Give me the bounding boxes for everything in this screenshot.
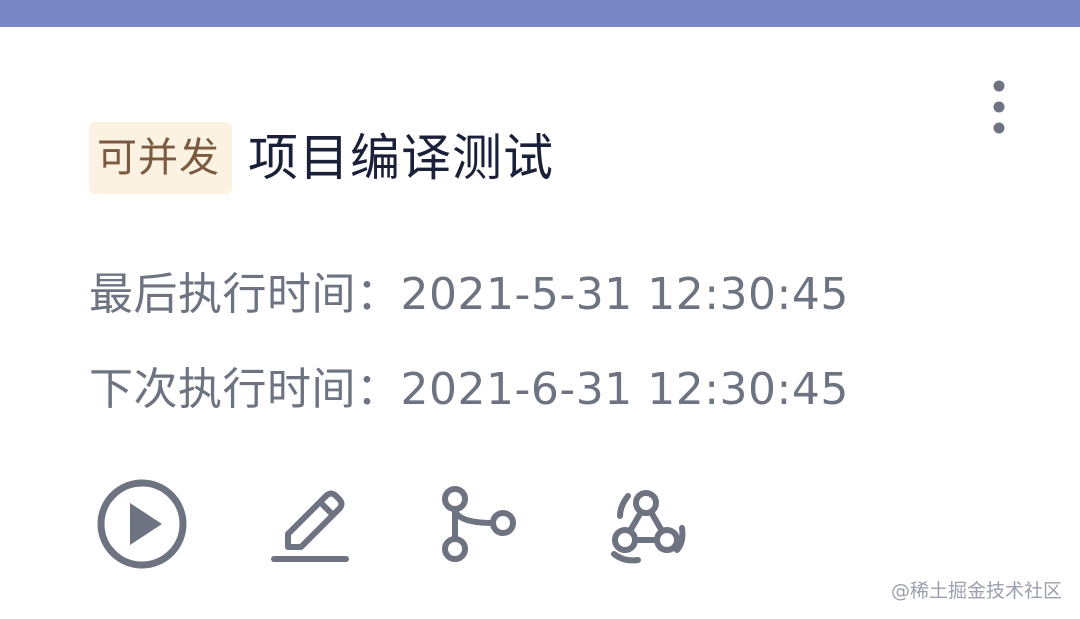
branch-icon xyxy=(442,486,516,562)
task-card: 可并发 项目编译测试 最后执行时间：2021-5-31 12:30:45 下次执… xyxy=(0,27,1080,619)
title-row: 可并发 项目编译测试 xyxy=(89,122,554,194)
next-run-value: 2021-6-31 12:30:45 xyxy=(400,364,849,415)
edit-button[interactable] xyxy=(264,476,360,572)
edit-icon xyxy=(271,490,349,562)
top-accent-bar xyxy=(0,0,1080,27)
next-run-label: 下次执行时间： xyxy=(89,364,401,415)
last-run-label: 最后执行时间： xyxy=(89,269,401,320)
last-run-row: 最后执行时间：2021-5-31 12:30:45 xyxy=(89,265,849,325)
webhook-icon xyxy=(611,490,686,564)
last-run-value: 2021-5-31 12:30:45 xyxy=(400,269,849,320)
watermark: @稀土掘金技术社区 xyxy=(890,580,1062,602)
more-options-button[interactable] xyxy=(982,77,1016,139)
task-title: 项目编译测试 xyxy=(248,129,554,187)
webhook-button[interactable] xyxy=(598,476,694,572)
branch-button[interactable] xyxy=(424,476,520,572)
more-vertical-icon xyxy=(993,80,1005,134)
concurrency-badge: 可并发 xyxy=(89,122,232,194)
run-button[interactable] xyxy=(94,476,190,572)
next-run-row: 下次执行时间：2021-6-31 12:30:45 xyxy=(89,360,849,420)
play-icon xyxy=(97,479,187,569)
